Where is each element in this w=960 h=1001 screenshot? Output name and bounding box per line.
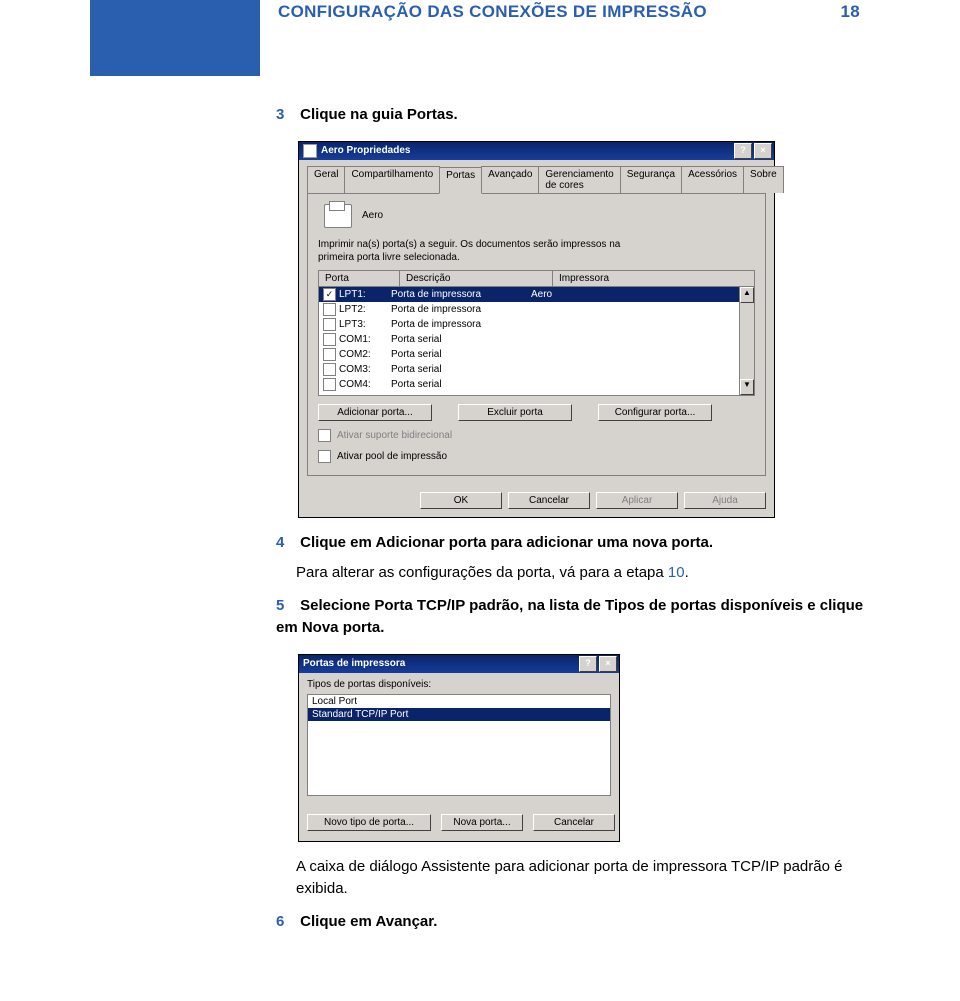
tab-compartilhamento[interactable]: Compartilhamento: [344, 166, 440, 193]
step-4-note: Para alterar as configurações da porta, …: [296, 562, 870, 585]
tab-sobre[interactable]: Sobre: [743, 166, 784, 193]
new-port-button[interactable]: Nova porta...: [441, 814, 523, 831]
dialog-footer: OK Cancelar Aplicar Ajuda: [299, 484, 774, 517]
step-5-note: A caixa de diálogo Assistente para adici…: [296, 856, 870, 901]
step-5-number: 5: [276, 595, 296, 618]
tab-geral[interactable]: Geral: [307, 166, 345, 193]
step-6-number: 6: [276, 911, 296, 934]
page-number: 18: [840, 2, 860, 22]
table-row[interactable]: ✓LPT1: Porta de impressora Aero: [319, 287, 754, 302]
table-row[interactable]: COM3: Porta serial: [319, 362, 754, 377]
tab-gerenciamento-cores[interactable]: Gerenciamento de cores: [538, 166, 620, 193]
pool-checkbox[interactable]: [318, 450, 331, 463]
port-types-list[interactable]: Local Port Standard TCP/IP Port: [307, 694, 611, 796]
bidi-option: Ativar suporte bidirecional: [318, 429, 755, 442]
delete-port-button[interactable]: Excluir porta: [458, 404, 572, 421]
step-4-number: 4: [276, 532, 296, 555]
step-6-text: Clique em Avançar.: [300, 913, 437, 930]
ports-instruction: Imprimir na(s) porta(s) a seguir. Os doc…: [318, 238, 755, 264]
pool-option[interactable]: Ativar pool de impressão: [318, 450, 755, 463]
table-row[interactable]: LPT2: Porta de impressora: [319, 302, 754, 317]
ports-table-body: ✓LPT1: Porta de impressora Aero LPT2: Po…: [319, 287, 754, 395]
tab-strip: Geral Compartilhamento Portas Avançado G…: [307, 166, 766, 194]
list-item[interactable]: Standard TCP/IP Port: [308, 708, 610, 721]
step-3: 3 Clique na guia Portas.: [276, 104, 870, 127]
port-checkbox[interactable]: [323, 348, 336, 361]
ports-table: Porta Descrição Impressora ✓LPT1: Porta …: [318, 270, 755, 396]
scroll-up-icon[interactable]: ▲: [740, 287, 754, 303]
bidi-checkbox: [318, 429, 331, 442]
ports-table-header: Porta Descrição Impressora: [319, 271, 754, 287]
add-port-button[interactable]: Adicionar porta...: [318, 404, 432, 421]
printer-icon: [324, 204, 352, 228]
step-3-number: 3: [276, 104, 296, 127]
ports-dialog-titlebar[interactable]: Portas de impressora ? ×: [299, 655, 619, 673]
list-item[interactable]: Local Port: [308, 695, 610, 708]
close-titlebar-button[interactable]: ×: [599, 656, 617, 672]
dialog-titlebar[interactable]: Aero Propriedades ? ×: [299, 142, 774, 160]
tab-avancado[interactable]: Avançado: [481, 166, 539, 193]
cancel-button[interactable]: Cancelar: [508, 492, 590, 509]
tab-panel-portas: Aero Imprimir na(s) porta(s) a seguir. O…: [307, 194, 766, 476]
tab-portas[interactable]: Portas: [439, 167, 482, 194]
table-row[interactable]: LPT3: Porta de impressora: [319, 317, 754, 332]
help-titlebar-button[interactable]: ?: [579, 656, 597, 672]
header-accent-box: [90, 0, 260, 76]
ok-button[interactable]: OK: [420, 492, 502, 509]
printer-name-label: Aero: [362, 210, 383, 221]
printer-ports-dialog: Portas de impressora ? × Tipos de portas…: [298, 654, 620, 842]
close-titlebar-button[interactable]: ×: [754, 143, 772, 159]
ports-dialog-footer: Novo tipo de porta... Nova porta... Canc…: [299, 804, 619, 841]
dialog-title: Aero Propriedades: [321, 145, 410, 156]
port-checkbox[interactable]: [323, 378, 336, 391]
app-icon: [303, 144, 317, 158]
port-checkbox[interactable]: ✓: [323, 288, 336, 301]
step-4: 4 Clique em Adicionar porta para adicion…: [276, 532, 870, 555]
col-header-impressora[interactable]: Impressora: [553, 271, 754, 286]
port-checkbox[interactable]: [323, 303, 336, 316]
ports-dialog-title: Portas de impressora: [303, 658, 405, 669]
apply-button[interactable]: Aplicar: [596, 492, 678, 509]
tab-acessorios[interactable]: Acessórios: [681, 166, 744, 193]
col-header-porta[interactable]: Porta: [319, 271, 400, 286]
ports-cancel-button[interactable]: Cancelar: [533, 814, 615, 831]
step-link-10[interactable]: 10: [668, 564, 685, 581]
port-checkbox[interactable]: [323, 363, 336, 376]
port-types-label: Tipos de portas disponíveis:: [307, 679, 611, 690]
new-port-type-button[interactable]: Novo tipo de porta...: [307, 814, 431, 831]
printer-properties-dialog: Aero Propriedades ? × Geral Compartilham…: [298, 141, 775, 518]
scroll-down-icon[interactable]: ▼: [740, 379, 754, 395]
step-6: 6 Clique em Avançar.: [276, 911, 870, 934]
step-5: 5 Selecione Porta TCP/IP padrão, na list…: [276, 595, 870, 640]
port-checkbox[interactable]: [323, 333, 336, 346]
col-header-descricao[interactable]: Descrição: [400, 271, 553, 286]
step-5-text: Selecione Porta TCP/IP padrão, na lista …: [276, 597, 863, 637]
configure-port-button[interactable]: Configurar porta...: [598, 404, 712, 421]
table-row[interactable]: COM2: Porta serial: [319, 347, 754, 362]
tab-seguranca[interactable]: Segurança: [620, 166, 682, 193]
help-button[interactable]: Ajuda: [684, 492, 766, 509]
table-row[interactable]: COM4: Porta serial: [319, 377, 754, 392]
page-header: CONFIGURAÇÃO DAS CONEXÕES DE IMPRESSÃO 1…: [90, 0, 870, 76]
step-4-text: Clique em Adicionar porta para adicionar…: [300, 534, 713, 551]
help-titlebar-button[interactable]: ?: [734, 143, 752, 159]
scrollbar[interactable]: ▲ ▼: [739, 287, 754, 395]
port-checkbox[interactable]: [323, 318, 336, 331]
table-row[interactable]: COM1: Porta serial: [319, 332, 754, 347]
step-3-text: Clique na guia Portas.: [300, 106, 458, 123]
header-title-text: CONFIGURAÇÃO DAS CONEXÕES DE IMPRESSÃO: [278, 2, 707, 22]
